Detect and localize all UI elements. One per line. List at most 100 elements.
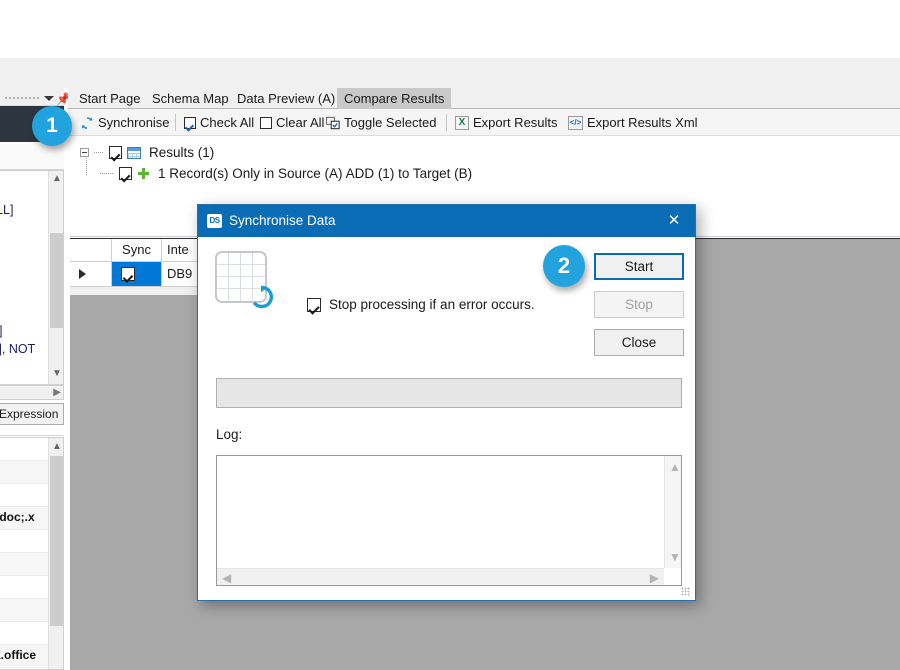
- scroll-right-icon[interactable]: ▶: [650, 572, 659, 584]
- grid-header-row: Sync Inte: [70, 239, 199, 262]
- synchronise-button[interactable]: Synchronise: [80, 109, 170, 136]
- row-selector-cell[interactable]: [70, 262, 112, 286]
- table-row[interactable]: [0, 461, 49, 484]
- interface-cell[interactable]: DB9: [162, 262, 199, 286]
- table-row[interactable]: [0, 622, 49, 645]
- toolbar-separator: [446, 114, 447, 131]
- log-vertical-scrollbar[interactable]: ▲ ▼: [664, 456, 681, 568]
- tab-schema-map[interactable]: Schema Map: [145, 88, 236, 109]
- table-row[interactable]: [0, 530, 49, 553]
- progress-bar: [216, 378, 682, 408]
- tree-connector-line: [94, 152, 104, 153]
- scroll-down-icon[interactable]: ▼: [52, 369, 62, 379]
- stop-button[interactable]: Stop: [594, 291, 684, 318]
- synchronise-label: Synchronise: [98, 115, 170, 130]
- dialog-title: Synchronise Data: [229, 213, 336, 228]
- scroll-up-icon[interactable]: ▲: [52, 174, 62, 184]
- check-all-button[interactable]: Check All: [184, 109, 254, 136]
- log-label: Log:: [216, 427, 243, 442]
- column-header-sync[interactable]: Sync: [112, 239, 162, 261]
- table-row[interactable]: DB9: [70, 262, 199, 287]
- column-header-selector[interactable]: [70, 239, 112, 261]
- toggle-selected-button[interactable]: Toggle Selected: [326, 109, 437, 136]
- grid-footer: [70, 287, 199, 295]
- panel-data-grid[interactable]: ;.doc;.x k.office ▲: [0, 437, 64, 670]
- row-indicator-icon: [79, 269, 86, 279]
- refresh-spinner-icon: [248, 283, 276, 311]
- checkbox-checked-icon[interactable]: [121, 267, 135, 281]
- export-results-xml-button[interactable]: </> Export Results Xml: [568, 109, 698, 136]
- app-window: 📌 NULL] ] L] g[], NOT ▲ ▼ ▶ Expression ;…: [0, 0, 900, 670]
- callout-badge-1: 1: [32, 106, 72, 146]
- panel-grid-vertical-scrollbar[interactable]: ▲: [48, 438, 63, 669]
- tab-start-page[interactable]: Start Page: [72, 88, 147, 109]
- export-results-label: Export Results: [473, 115, 558, 130]
- window-top-white-band: [0, 0, 900, 58]
- toggle-selected-icon: [326, 116, 340, 130]
- callout-badge-2: 2: [543, 245, 585, 287]
- expression-button[interactable]: Expression: [0, 403, 64, 425]
- check-all-label: Check All: [200, 115, 255, 130]
- results-data-grid[interactable]: Sync Inte DB9: [70, 239, 200, 295]
- table-row[interactable]: [0, 484, 49, 507]
- tab-compare-results[interactable]: Compare Results: [337, 88, 452, 109]
- sync-checkbox-cell[interactable]: [112, 262, 162, 286]
- stop-on-error-label: Stop processing if an error occurs.: [329, 297, 535, 312]
- list-text-fragment: g[], NOT: [0, 342, 36, 356]
- scroll-left-icon[interactable]: ◀: [222, 572, 231, 584]
- tree-connector-line: [100, 173, 114, 174]
- xml-export-icon: </>: [568, 115, 583, 130]
- start-button[interactable]: Start: [594, 253, 684, 280]
- scroll-up-icon[interactable]: ▲: [52, 441, 62, 452]
- stop-on-error-checkbox[interactable]: Stop processing if an error occurs.: [307, 297, 535, 312]
- panel-list-horizontal-scrollbar[interactable]: ▶: [0, 385, 64, 400]
- toggle-selected-label: Toggle Selected: [344, 115, 437, 130]
- table-row[interactable]: [0, 438, 49, 461]
- panel-list-vertical-scrollbar[interactable]: ▲ ▼: [48, 171, 63, 384]
- grid-cell-text: ;.doc;.x: [0, 510, 35, 524]
- table-row[interactable]: [0, 553, 49, 576]
- clear-all-label: Clear All: [276, 115, 325, 130]
- export-results-xml-label: Export Results Xml: [587, 115, 698, 130]
- tree-node-results-label: Results (1): [149, 145, 215, 160]
- close-button[interactable]: Close: [594, 329, 684, 356]
- chevron-down-icon[interactable]: [44, 96, 54, 101]
- checkbox-checked-icon[interactable]: [307, 297, 321, 312]
- tab-strip: Start Page Schema Map Data Preview (A) C…: [68, 88, 900, 109]
- table-icon: [127, 146, 141, 159]
- tree-node-record[interactable]: 1 Record(s) Only in Source (A) ADD (1) t…: [100, 166, 472, 181]
- scroll-down-icon[interactable]: ▼: [669, 551, 681, 563]
- list-text-fragment: L]: [0, 324, 2, 338]
- scroll-right-icon[interactable]: ▶: [53, 387, 61, 398]
- tree-node-record-label: 1 Record(s) Only in Source (A) ADD (1) t…: [158, 166, 473, 181]
- table-row[interactable]: [0, 576, 49, 599]
- toolbar-separator: [175, 114, 176, 131]
- log-textarea[interactable]: ▲ ▼ ◀ ▶: [216, 455, 682, 586]
- column-header-inte[interactable]: Inte: [162, 239, 199, 261]
- collapse-icon[interactable]: [80, 148, 89, 157]
- tab-data-preview[interactable]: Data Preview (A): [230, 88, 342, 109]
- grid-cell-text: k.office: [0, 648, 37, 662]
- panel-list-view[interactable]: NULL] ] L] g[], NOT ▲ ▼: [0, 170, 64, 385]
- panel-subheader: [0, 142, 64, 170]
- checkbox-checked-icon[interactable]: [109, 146, 122, 159]
- tree-node-results[interactable]: Results (1): [80, 145, 214, 160]
- log-horizontal-scrollbar[interactable]: ◀ ▶: [217, 568, 664, 585]
- excel-export-icon: X: [455, 115, 469, 130]
- clear-all-button[interactable]: Clear All: [260, 109, 324, 136]
- plus-icon: [137, 167, 150, 180]
- checkbox-checked-icon[interactable]: [119, 167, 132, 180]
- close-icon[interactable]: ✕: [653, 205, 695, 237]
- scrollbar-thumb[interactable]: [50, 233, 63, 328]
- resize-grip-icon[interactable]: [681, 587, 690, 596]
- checkbox-checked-icon: [184, 116, 196, 129]
- compare-results-toolbar: Synchronise Check All Clear All Toggle S…: [68, 109, 900, 136]
- table-row[interactable]: [0, 599, 49, 622]
- app-logo-icon: DS: [207, 214, 222, 228]
- export-results-button[interactable]: X Export Results: [455, 109, 558, 136]
- panel-drag-handle-icon[interactable]: [4, 96, 40, 101]
- scroll-up-icon[interactable]: ▲: [669, 461, 681, 473]
- sync-icon: [80, 116, 94, 130]
- scrollbar-thumb[interactable]: [50, 456, 63, 626]
- checkbox-empty-icon: [260, 116, 272, 129]
